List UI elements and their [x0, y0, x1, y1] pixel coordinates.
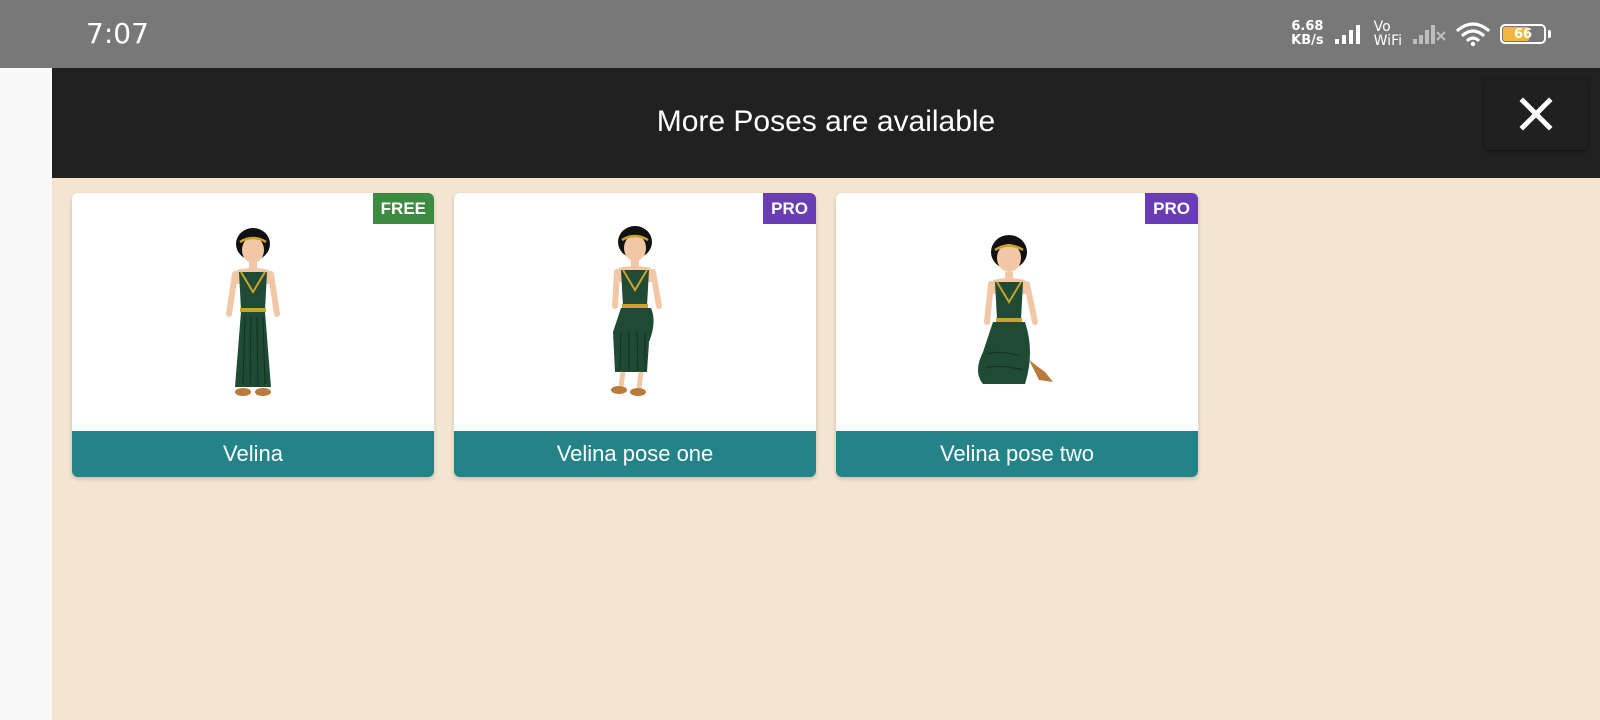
- app-header: More Poses are available: [52, 68, 1600, 178]
- character-standing-image: [226, 228, 280, 396]
- wifi-icon: [1456, 22, 1490, 47]
- battery-level: 66: [1513, 26, 1533, 42]
- status-bar: 7:07 6.68 KB/s Vo WiFi 66: [0, 0, 1600, 68]
- signal-icon: [1334, 25, 1360, 44]
- status-icons: 6.68 KB/s Vo WiFi 66: [1291, 14, 1551, 54]
- status-time: 7:07: [86, 17, 149, 50]
- free-badge: FREE: [372, 193, 434, 224]
- battery-icon: 66: [1500, 24, 1551, 44]
- network-speed: 6.68 KB/s: [1291, 20, 1323, 48]
- character-sitting-image: [611, 226, 662, 396]
- pro-badge: PRO: [763, 193, 816, 224]
- pose-label: Velina: [72, 431, 434, 477]
- close-icon: [1519, 97, 1553, 131]
- close-button[interactable]: [1484, 78, 1588, 150]
- pose-label: Velina pose two: [836, 431, 1198, 477]
- pose-card-velina-pose-two[interactable]: PRO Velina pose two: [836, 193, 1198, 477]
- pose-card-velina-pose-one[interactable]: PRO Velina pose one: [454, 193, 816, 477]
- battery-tip: [1548, 30, 1551, 38]
- poses-content: FREE Velina PRO Velina pose one PRO Veli…: [52, 178, 1600, 720]
- network-speed-unit: KB/s: [1291, 33, 1324, 48]
- pose-image: [454, 193, 816, 431]
- network-speed-value: 6.68: [1291, 19, 1324, 34]
- poses-grid: FREE Velina PRO Velina pose one PRO Veli…: [72, 193, 1198, 477]
- pose-image: [72, 193, 434, 431]
- left-edge-strip: [0, 68, 52, 720]
- vowifi-bottom: WiFi: [1373, 33, 1402, 49]
- page-title: More Poses are available: [656, 105, 996, 138]
- pro-badge: PRO: [1145, 193, 1198, 224]
- pose-image: [836, 193, 1198, 431]
- pose-label: Velina pose one: [454, 431, 816, 477]
- no-signal-icon: [1413, 25, 1446, 44]
- pose-card-velina[interactable]: FREE Velina: [72, 193, 434, 477]
- character-kneeling-image: [978, 235, 1053, 384]
- vowifi-icon: Vo WiFi: [1374, 20, 1402, 48]
- vowifi-top: Vo: [1373, 19, 1391, 35]
